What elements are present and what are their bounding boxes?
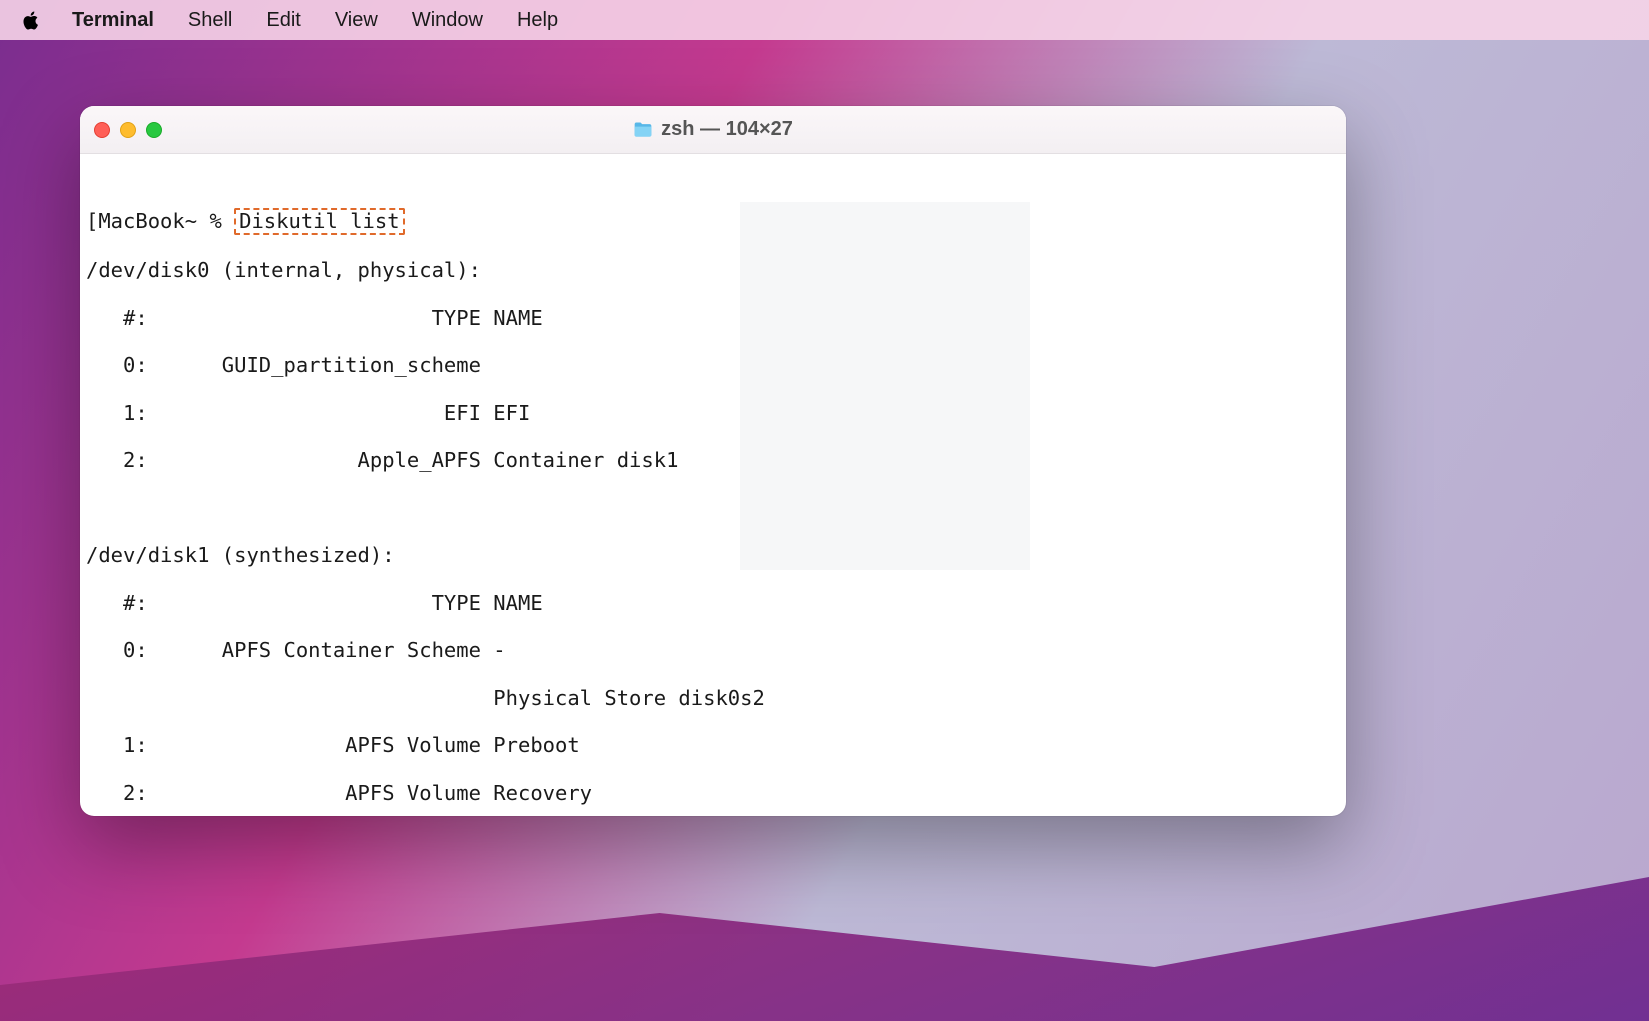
disk1-r0b: Physical Store disk0s2 bbox=[86, 687, 1340, 711]
window-title: zsh — 104×27 bbox=[80, 118, 1346, 141]
disk0-cols: #: TYPE NAME bbox=[86, 307, 1340, 331]
disk0-r2: 2: Apple_APFS Container disk1 bbox=[86, 449, 1340, 473]
menu-window[interactable]: Window bbox=[412, 9, 483, 32]
terminal-output[interactable]: [MacBook~ % Diskutil list /dev/disk0 (in… bbox=[80, 154, 1346, 816]
traffic-lights bbox=[94, 122, 162, 138]
highlight-diskutil: Diskutil list bbox=[234, 208, 404, 236]
disk0-r0: 0: GUID_partition_scheme bbox=[86, 354, 1340, 378]
menu-help[interactable]: Help bbox=[517, 9, 558, 32]
menubar: Terminal Shell Edit View Window Help bbox=[0, 0, 1649, 40]
menu-app-name[interactable]: Terminal bbox=[72, 9, 154, 32]
disk1-cols: #: TYPE NAME bbox=[86, 592, 1340, 616]
window-title-text: zsh — 104×27 bbox=[661, 118, 793, 141]
menu-shell[interactable]: Shell bbox=[188, 9, 232, 32]
disk0-r1: 1: EFI EFI bbox=[86, 402, 1340, 426]
wallpaper bbox=[0, 841, 1649, 1021]
menu-view[interactable]: View bbox=[335, 9, 378, 32]
close-button[interactable] bbox=[94, 122, 110, 138]
disk1-header: /dev/disk1 (synthesized): bbox=[86, 544, 1340, 568]
minimize-button[interactable] bbox=[120, 122, 136, 138]
fullscreen-button[interactable] bbox=[146, 122, 162, 138]
disk1-r2: 2: APFS Volume Recovery bbox=[86, 782, 1340, 806]
titlebar[interactable]: zsh — 104×27 bbox=[80, 106, 1346, 154]
redacted-region bbox=[740, 202, 1030, 570]
menu-edit[interactable]: Edit bbox=[266, 9, 300, 32]
disk1-r1: 1: APFS Volume Preboot bbox=[86, 734, 1340, 758]
blank bbox=[86, 497, 1340, 521]
apple-logo-icon bbox=[20, 9, 42, 31]
prompt-line-1: [MacBook~ % Diskutil list bbox=[86, 208, 1340, 236]
disk1-r0: 0: APFS Container Scheme - bbox=[86, 639, 1340, 663]
terminal-window[interactable]: zsh — 104×27 [MacBook~ % Diskutil list /… bbox=[80, 106, 1346, 816]
disk0-header: /dev/disk0 (internal, physical): bbox=[86, 259, 1340, 283]
folder-icon bbox=[633, 121, 653, 139]
